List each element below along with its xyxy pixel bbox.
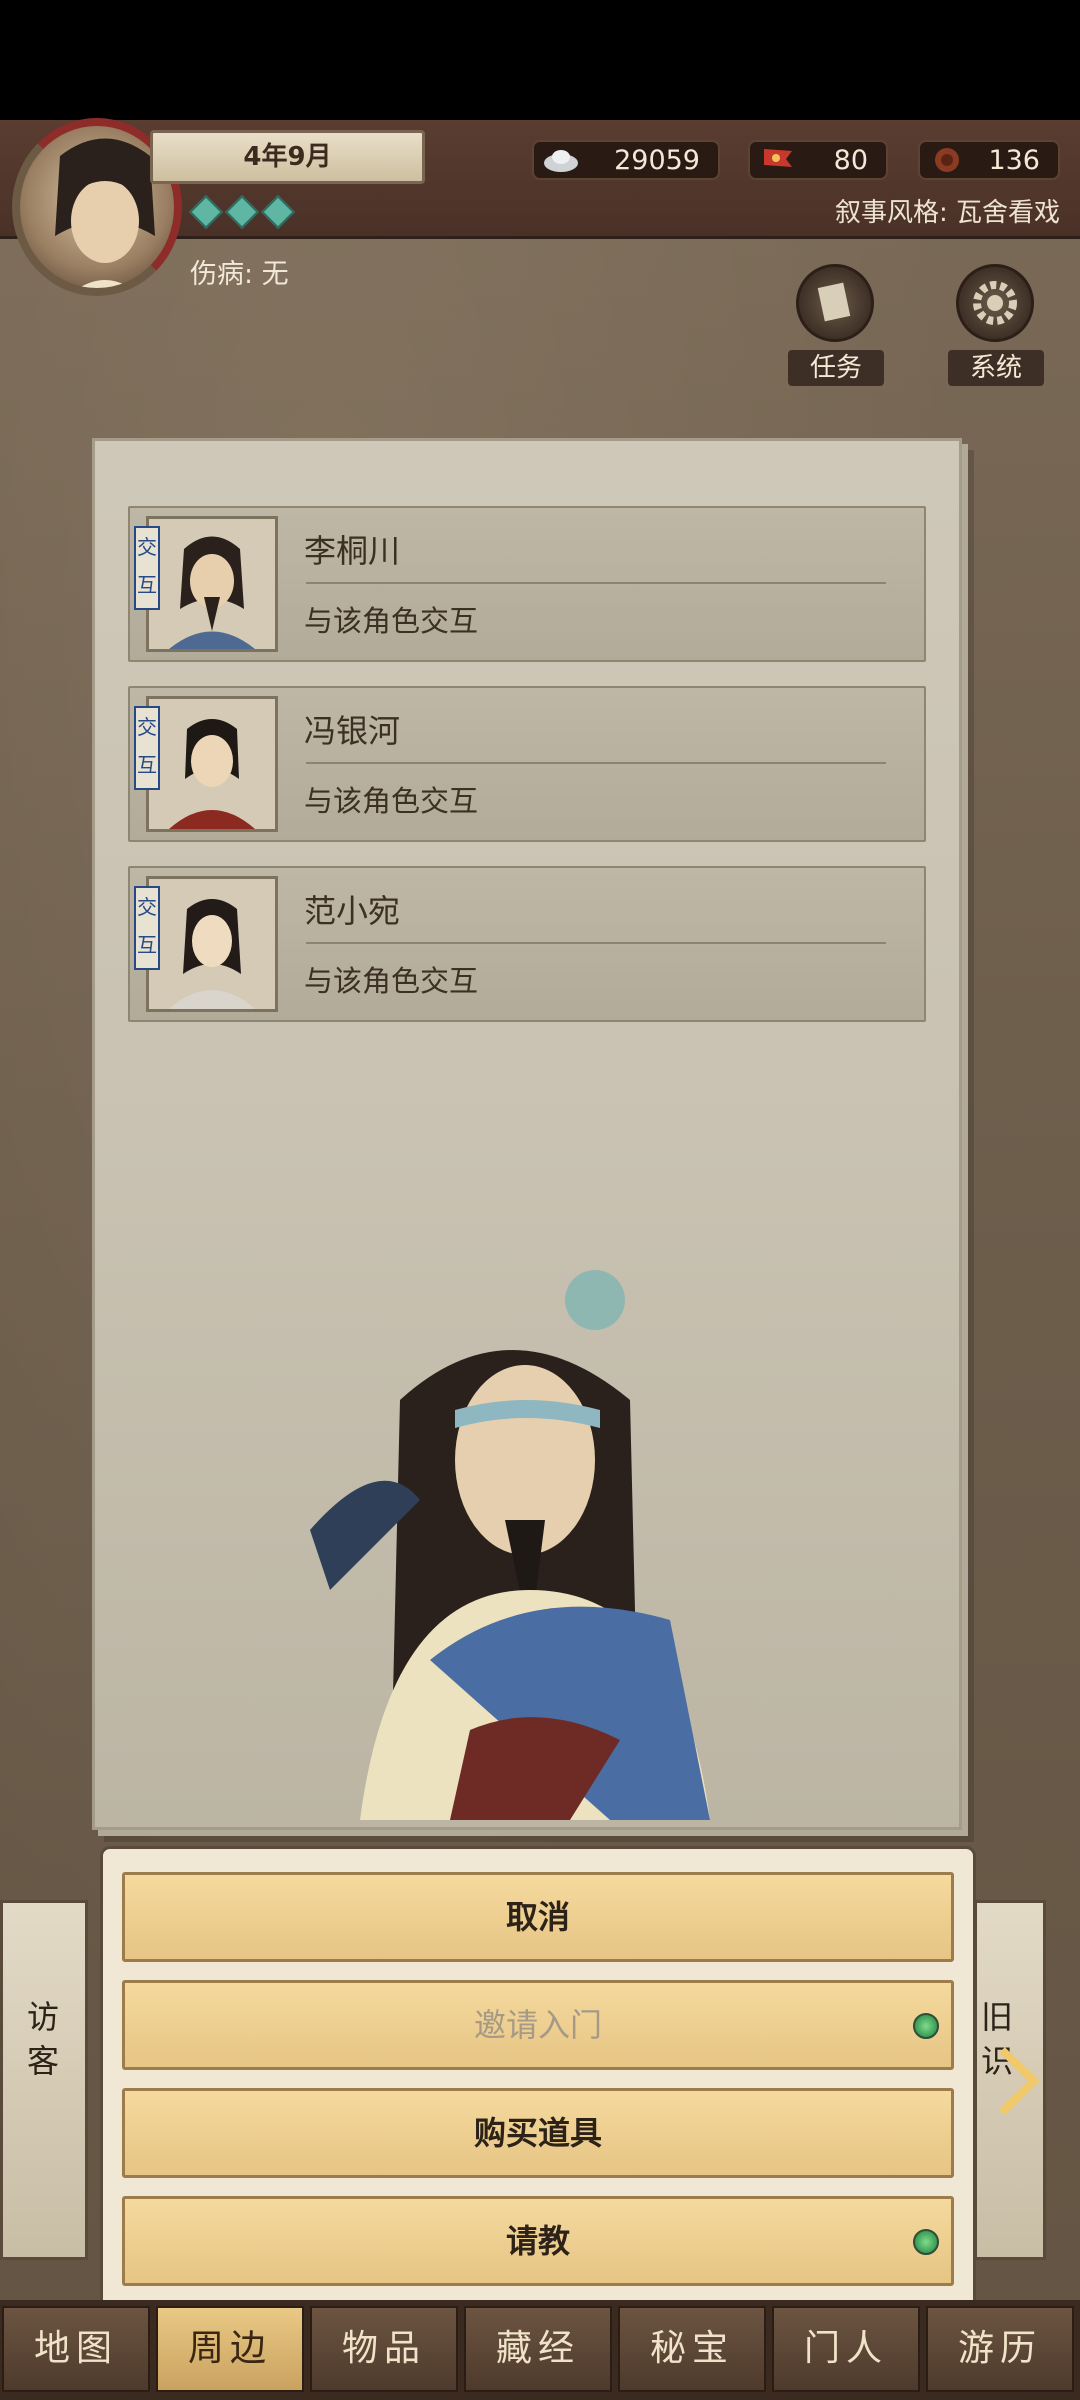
tab-scriptures[interactable]: 藏经: [464, 2306, 612, 2392]
buy-items-label: 购买道具: [473, 2114, 602, 2152]
date-display: 4年9月: [150, 130, 425, 184]
character-name: 李桐川: [304, 532, 401, 570]
system-label: 系统: [948, 350, 1044, 386]
character-action: 与该角色交互: [304, 964, 479, 998]
character-portrait: [146, 516, 278, 652]
interact-tag: 交互: [134, 526, 160, 610]
scroll-icon: [817, 282, 851, 322]
tasks-label: 任务: [788, 350, 884, 386]
interact-tag: 交互: [134, 886, 160, 970]
consult-button[interactable]: 请教: [122, 2196, 954, 2286]
character-name: 范小宛: [304, 892, 401, 930]
silver-value: 29059: [614, 145, 700, 176]
system-button[interactable]: [956, 264, 1034, 342]
character-portrait: [146, 876, 278, 1012]
tab-map[interactable]: 地图: [2, 2306, 150, 2392]
status-dot-icon: [913, 2013, 939, 2039]
character-illustration: [310, 1270, 710, 1820]
character-action: 与该角色交互: [304, 604, 479, 638]
tab-travel[interactable]: 游历: [926, 2306, 1074, 2392]
prestige-value: 80: [833, 145, 868, 176]
tab-disciples[interactable]: 门人: [772, 2306, 920, 2392]
divider: [306, 762, 886, 764]
tab-treasures[interactable]: 秘宝: [618, 2306, 766, 2392]
visitor-tab[interactable]: 访客: [0, 1900, 88, 2260]
cancel-label: 取消: [505, 1898, 570, 1936]
tab-nearby[interactable]: 周边: [156, 2306, 304, 2392]
interact-tag: 交互: [134, 706, 160, 790]
invite-label: 邀请入门: [473, 2006, 602, 2044]
tasks-button[interactable]: [796, 264, 874, 342]
invite-button[interactable]: 邀请入门: [122, 1980, 954, 2070]
narrative-style: 叙事风格: 瓦舍看戏: [834, 198, 1060, 228]
flag-icon: [764, 149, 792, 167]
injury-status: 伤病: 无: [190, 259, 289, 290]
character-card[interactable]: 交互 冯银河 与该角色交互: [128, 686, 926, 842]
consult-label: 请教: [505, 2222, 570, 2260]
character-name: 冯银河: [304, 712, 401, 750]
character-action: 与该角色交互: [304, 784, 479, 818]
status-dot-icon: [913, 2229, 939, 2255]
divider: [306, 942, 886, 944]
character-card[interactable]: 交互 范小宛 与该角色交互: [128, 866, 926, 1022]
tab-items[interactable]: 物品: [310, 2306, 458, 2392]
character-card[interactable]: 交互 李桐川 与该角色交互: [128, 506, 926, 662]
chevron-right-icon[interactable]: [996, 2046, 1040, 2116]
cancel-button[interactable]: 取消: [122, 1872, 954, 1962]
silver-ingot-icon: [544, 150, 578, 172]
coin-icon: [935, 148, 959, 172]
visitor-label: 访客: [26, 1998, 59, 2080]
silver-counter[interactable]: 29059: [532, 140, 720, 180]
coin-value: 136: [988, 145, 1040, 176]
character-portrait: [146, 696, 278, 832]
buy-items-button[interactable]: 购买道具: [122, 2088, 954, 2178]
prestige-counter[interactable]: 80: [748, 140, 888, 180]
divider: [306, 582, 886, 584]
gear-icon: [973, 281, 1017, 325]
coin-counter[interactable]: 136: [918, 140, 1060, 180]
